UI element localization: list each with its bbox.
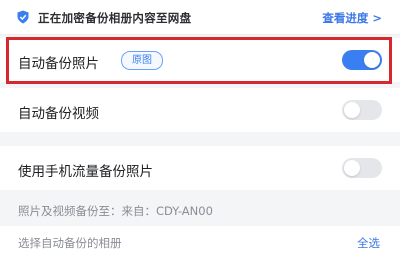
auto-backup-videos-label: 自动备份视频: [18, 106, 99, 122]
mobile-data-backup-row: 使用手机流量备份照片: [0, 146, 400, 190]
mobile-data-backup-label: 使用手机流量备份照片: [18, 164, 153, 180]
backup-destination-info: 照片及视频备份至：来自：CDY-AN00: [18, 204, 213, 218]
mobile-data-backup-toggle[interactable]: [342, 158, 382, 178]
shield-check-icon: [17, 10, 29, 24]
view-progress-link[interactable]: 查看进度 >: [322, 10, 382, 26]
backup-status-text: 正在加密备份相册内容至网盘: [38, 11, 192, 25]
auto-backup-videos-row: 自动备份视频: [0, 88, 400, 132]
toggle-knob: [344, 102, 360, 118]
album-select-label: 选择自动备份的相册: [18, 236, 122, 250]
album-select-row: 选择自动备份的相册 全选: [0, 226, 400, 260]
toggle-knob: [344, 160, 360, 176]
highlight-box: [6, 37, 392, 84]
backup-status-banner: 正在加密备份相册内容至网盘 查看进度 >: [0, 0, 400, 35]
select-all-button[interactable]: 全选: [357, 235, 380, 251]
auto-backup-videos-toggle[interactable]: [342, 100, 382, 120]
